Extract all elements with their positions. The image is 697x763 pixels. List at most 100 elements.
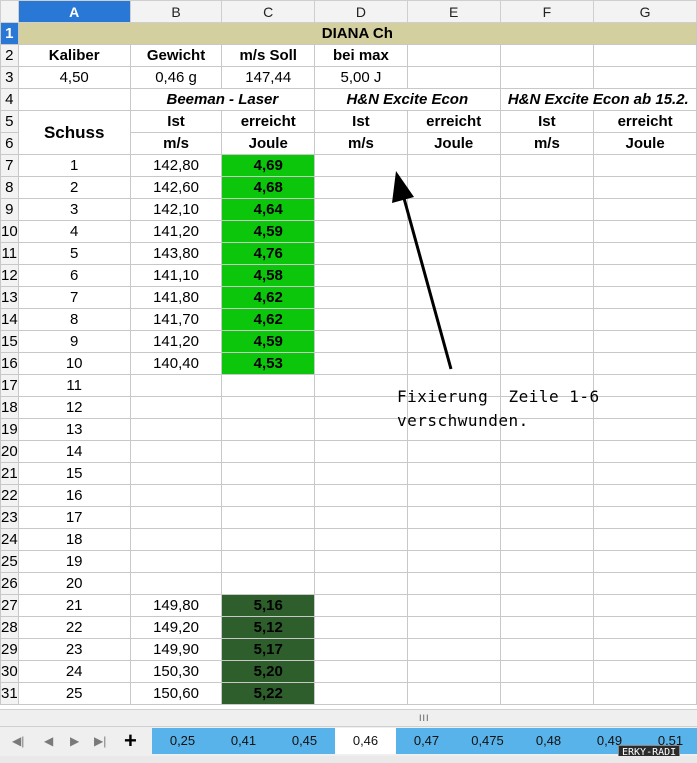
cell-joule-value[interactable]: 4,69	[221, 154, 316, 177]
cell-schuss[interactable]: 19	[17, 550, 131, 573]
cell-joule-value[interactable]	[221, 484, 316, 507]
cell-schuss[interactable]: 21	[17, 594, 131, 617]
cell[interactable]	[593, 308, 697, 331]
row-header[interactable]: 1	[0, 22, 19, 45]
row-header[interactable]: 16	[0, 352, 19, 375]
cell-ms-value[interactable]: 149,90	[129, 638, 223, 661]
cell-ms-value[interactable]: 149,80	[129, 594, 223, 617]
cell[interactable]	[593, 176, 697, 199]
cell[interactable]	[499, 638, 595, 661]
row-header[interactable]: 9	[0, 198, 19, 221]
cell-ms-label[interactable]: m/s	[499, 132, 595, 155]
cell[interactable]	[499, 176, 595, 199]
cell[interactable]	[593, 506, 697, 529]
cell-ms-value[interactable]: 142,10	[129, 198, 223, 221]
cell[interactable]	[406, 352, 501, 375]
row-header[interactable]: 4	[0, 88, 19, 111]
cell-schuss[interactable]: 24	[17, 660, 131, 683]
sheet-tab-active[interactable]: 0,46	[335, 728, 396, 754]
row-header[interactable]: 22	[0, 484, 19, 507]
cell[interactable]	[499, 264, 595, 287]
cell-schuss[interactable]: 14	[17, 440, 131, 463]
cell-gewicht-value[interactable]: 0,46 g	[129, 66, 223, 89]
cell[interactable]	[499, 506, 595, 529]
cell[interactable]	[406, 462, 501, 485]
cell[interactable]	[314, 550, 408, 573]
group-beeman-laser[interactable]: Beeman - Laser	[129, 88, 316, 111]
cell-schuss[interactable]: 4	[17, 220, 131, 243]
cell[interactable]	[314, 198, 408, 221]
cell[interactable]	[406, 198, 501, 221]
cell[interactable]	[314, 264, 408, 287]
cell-joule-value[interactable]: 5,17	[221, 638, 316, 661]
column-header-f[interactable]: F	[499, 0, 595, 23]
cell[interactable]	[593, 616, 697, 639]
cell[interactable]	[499, 682, 595, 705]
cell[interactable]	[499, 330, 595, 353]
cell[interactable]	[314, 220, 408, 243]
row-header[interactable]: 11	[0, 242, 19, 265]
cell[interactable]	[593, 572, 697, 595]
row-header[interactable]: 7	[0, 154, 19, 177]
cell-schuss[interactable]: 3	[17, 198, 131, 221]
cell[interactable]	[593, 484, 697, 507]
cell-schuss[interactable]: 23	[17, 638, 131, 661]
sheet-tab[interactable]: 0,47	[396, 728, 457, 754]
cell-joule-value[interactable]: 5,22	[221, 682, 316, 705]
cell-ms-value[interactable]: 143,80	[129, 242, 223, 265]
cell-joule-value[interactable]: 4,64	[221, 198, 316, 221]
row-header[interactable]: 13	[0, 286, 19, 309]
cell[interactable]	[406, 308, 501, 331]
cell[interactable]	[499, 462, 595, 485]
cell[interactable]	[17, 88, 131, 111]
cell-joule-value[interactable]	[221, 462, 316, 485]
cell-joule-value[interactable]: 5,20	[221, 660, 316, 683]
cell[interactable]	[314, 440, 408, 463]
cell[interactable]	[406, 44, 501, 67]
group-hn-excite-econ-15-2[interactable]: H&N Excite Econ ab 15.2.	[499, 88, 697, 111]
cell-ms-soll-value[interactable]: 147,44	[221, 66, 316, 89]
cell-schuss[interactable]: 13	[17, 418, 131, 441]
cell-schuss[interactable]: 6	[17, 264, 131, 287]
cell[interactable]	[314, 286, 408, 309]
cell[interactable]	[593, 638, 697, 661]
previous-sheet-icon[interactable]: ◀	[44, 734, 53, 748]
cell-schuss[interactable]: 20	[17, 572, 131, 595]
last-sheet-icon[interactable]: ▶|	[94, 734, 106, 748]
cell-schuss[interactable]: 2	[17, 176, 131, 199]
row-header[interactable]: 26	[0, 572, 19, 595]
cell[interactable]	[314, 396, 408, 419]
scrollbar-grip-icon[interactable]: III	[419, 713, 430, 723]
cell[interactable]	[593, 44, 697, 67]
cell-joule-value[interactable]: 4,62	[221, 308, 316, 331]
cell[interactable]	[314, 506, 408, 529]
cell[interactable]	[499, 242, 595, 265]
sheet-tab[interactable]: 0,41	[213, 728, 274, 754]
row-header[interactable]: 25	[0, 550, 19, 573]
cell[interactable]	[499, 440, 595, 463]
row-header[interactable]: 2	[0, 44, 19, 67]
column-header-e[interactable]: E	[406, 0, 501, 23]
row-header[interactable]: 10	[0, 220, 19, 243]
cell[interactable]	[593, 66, 697, 89]
cell[interactable]	[406, 572, 501, 595]
cell-ms-value[interactable]: 149,20	[129, 616, 223, 639]
cell[interactable]	[593, 660, 697, 683]
title-cell[interactable]: DIANA Ch	[17, 22, 697, 45]
add-sheet-icon[interactable]: +	[124, 728, 137, 754]
sheet-tab[interactable]: 0,475	[457, 728, 518, 754]
cell-joule-label[interactable]: Joule	[221, 132, 316, 155]
cell[interactable]	[314, 528, 408, 551]
sheet-tab[interactable]: 0,25	[152, 728, 213, 754]
cell-schuss[interactable]: 11	[17, 374, 131, 397]
cell-schuss[interactable]: 18	[17, 528, 131, 551]
cell[interactable]	[314, 374, 408, 397]
first-sheet-icon[interactable]: ◀|	[12, 734, 24, 748]
cell[interactable]	[593, 682, 697, 705]
cell-schuss[interactable]: 1	[17, 154, 131, 177]
cell-joule-value[interactable]	[221, 506, 316, 529]
cell[interactable]	[593, 286, 697, 309]
cell-joule-value[interactable]: 4,58	[221, 264, 316, 287]
row-header[interactable]: 3	[0, 66, 19, 89]
row-header[interactable]: 27	[0, 594, 19, 617]
